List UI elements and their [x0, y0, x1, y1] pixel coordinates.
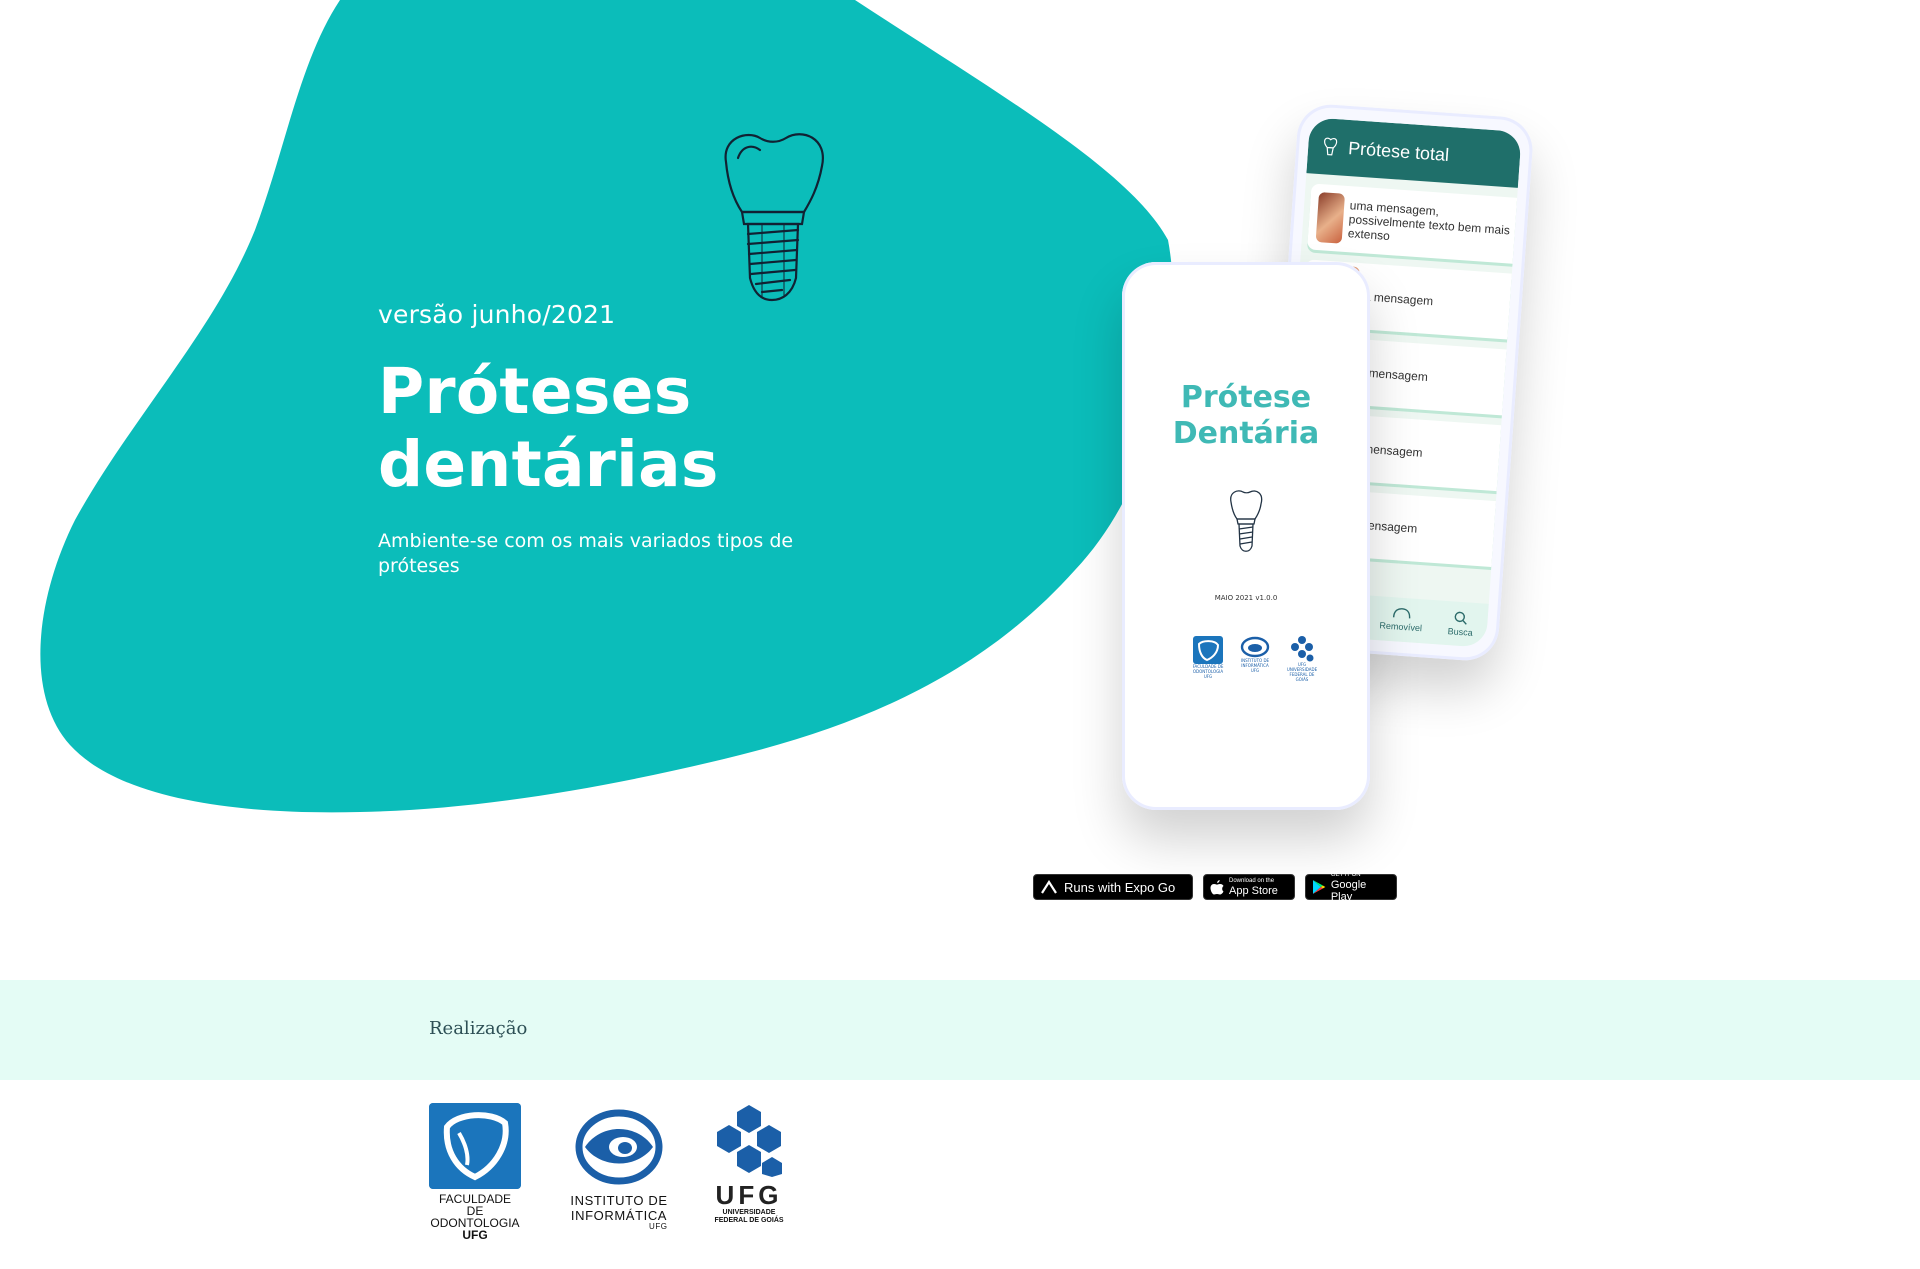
inf-text-line1: INSTITUTO DE	[570, 1193, 668, 1208]
inf-mini-logo: INSTITUTO DE INFORMÁTICA UFG	[1237, 636, 1273, 673]
ufg-mini-logo: UFG UNIVERSIDADE FEDERAL DE GOIÁS	[1284, 636, 1320, 682]
nav-label: Removível	[1379, 620, 1423, 634]
app-header-title: Prótese total	[1347, 137, 1450, 165]
fo-mini-logo: FACULDADE DE ODONTOLOGIA UFG	[1190, 636, 1226, 679]
ufg-mini-text: UFG UNIVERSIDADE FEDERAL DE GOIÁS	[1286, 662, 1318, 682]
google-play-icon	[1312, 880, 1326, 894]
inf-eye-icon	[1240, 636, 1270, 658]
list-item[interactable]: uma mensagem, possivelmente texto bem ma…	[1307, 183, 1518, 264]
app-store-label: App Store	[1229, 884, 1278, 897]
splash-title: Prótese Dentária	[1122, 380, 1370, 452]
inf-mini-text: INSTITUTO DE INFORMÁTICA UFG	[1240, 658, 1270, 673]
app-store-badge[interactable]: Download on the App Store	[1203, 874, 1295, 900]
faculdade-odontologia-logo: FACULDADE DE ODONTOLOGIA UFG	[429, 1103, 521, 1241]
splash-title-line1: Prótese	[1180, 380, 1312, 415]
fo-shield-icon	[1193, 636, 1223, 664]
list-item-text: a mensagem	[1363, 289, 1434, 309]
implant-icon	[1324, 137, 1338, 156]
splash-version: MAIO 2021 v1.0.0	[1214, 594, 1278, 602]
hero-subtitle: Ambiente-se com os mais variados tipos d…	[378, 530, 794, 577]
credits-title: Realização	[429, 1018, 528, 1039]
fo-text-line3: UFG	[462, 1228, 488, 1242]
search-icon	[1455, 611, 1468, 625]
instituto-informatica-logo: INSTITUTO DE INFORMÁTICA UFG	[564, 1103, 674, 1231]
splash-logos: FACULDADE DE ODONTOLOGIA UFG INSTITUTO D…	[1190, 636, 1320, 682]
expo-icon	[1041, 880, 1057, 894]
ufg-text-line1: UNIVERSIDADE	[722, 1209, 776, 1216]
nav-label: Busca	[1447, 626, 1474, 638]
google-play-small: GET IT ON	[1330, 871, 1361, 878]
credits-band	[0, 980, 1920, 1080]
landing-page: versão junho/2021 Próteses dentárias Amb…	[0, 0, 1920, 1269]
inf-text-line3: UFG	[648, 1222, 668, 1231]
fo-mini-text: FACULDADE DE ODONTOLOGIA UFG	[1192, 664, 1224, 679]
inf-text-line2: INFORMÁTICA	[570, 1208, 668, 1223]
ufg-big-text: UFG	[715, 1180, 783, 1210]
store-badges: Runs with Expo Go Download on the App Sto…	[1033, 871, 1397, 903]
expo-go-badge[interactable]: Runs with Expo Go	[1033, 874, 1193, 900]
google-play-badge[interactable]: GET IT ON Google Play	[1305, 871, 1397, 903]
ufg-hex-icon	[1291, 636, 1314, 662]
app-store-small: Download on the	[1229, 877, 1275, 884]
nav-busca[interactable]: Busca	[1447, 610, 1474, 638]
hero-text: versão junho/2021 Próteses dentárias Amb…	[378, 300, 978, 579]
mouth-photo	[1315, 192, 1345, 244]
implant-icon	[1230, 490, 1263, 552]
ufg-logo: UFG UNIVERSIDADE FEDERAL DE GOIÁS	[711, 1103, 787, 1225]
expo-label: Runs with Expo Go	[1064, 879, 1176, 895]
splash-title-line2: Dentária	[1172, 416, 1320, 451]
app-header: Prótese total	[1306, 117, 1522, 188]
version-label: versão junho/2021	[378, 300, 616, 329]
denture-icon	[1392, 608, 1410, 619]
nav-removivel[interactable]: Removível	[1379, 606, 1423, 633]
ufg-text-line2: FEDERAL DE GOIÁS	[714, 1217, 784, 1224]
fo-shield-icon	[429, 1103, 521, 1189]
list-item-text: uma mensagem, possivelmente texto bem ma…	[1347, 198, 1511, 244]
fo-text-line1: FACULDADE DE	[438, 1192, 512, 1218]
page-title: Próteses dentárias	[378, 355, 719, 501]
apple-icon	[1210, 880, 1224, 895]
partner-logos: FACULDADE DE ODONTOLOGIA UFG INSTITUTO D…	[429, 1103, 787, 1241]
dental-implant-icon	[724, 133, 824, 302]
google-play-label: Google Play	[1330, 878, 1367, 903]
ufg-hex-icon	[717, 1105, 782, 1177]
inf-eye-icon	[575, 1109, 663, 1185]
phone-mockup-front: Prótese Dentária MAIO 2021 v1.0.0 FACULD…	[1122, 262, 1370, 810]
